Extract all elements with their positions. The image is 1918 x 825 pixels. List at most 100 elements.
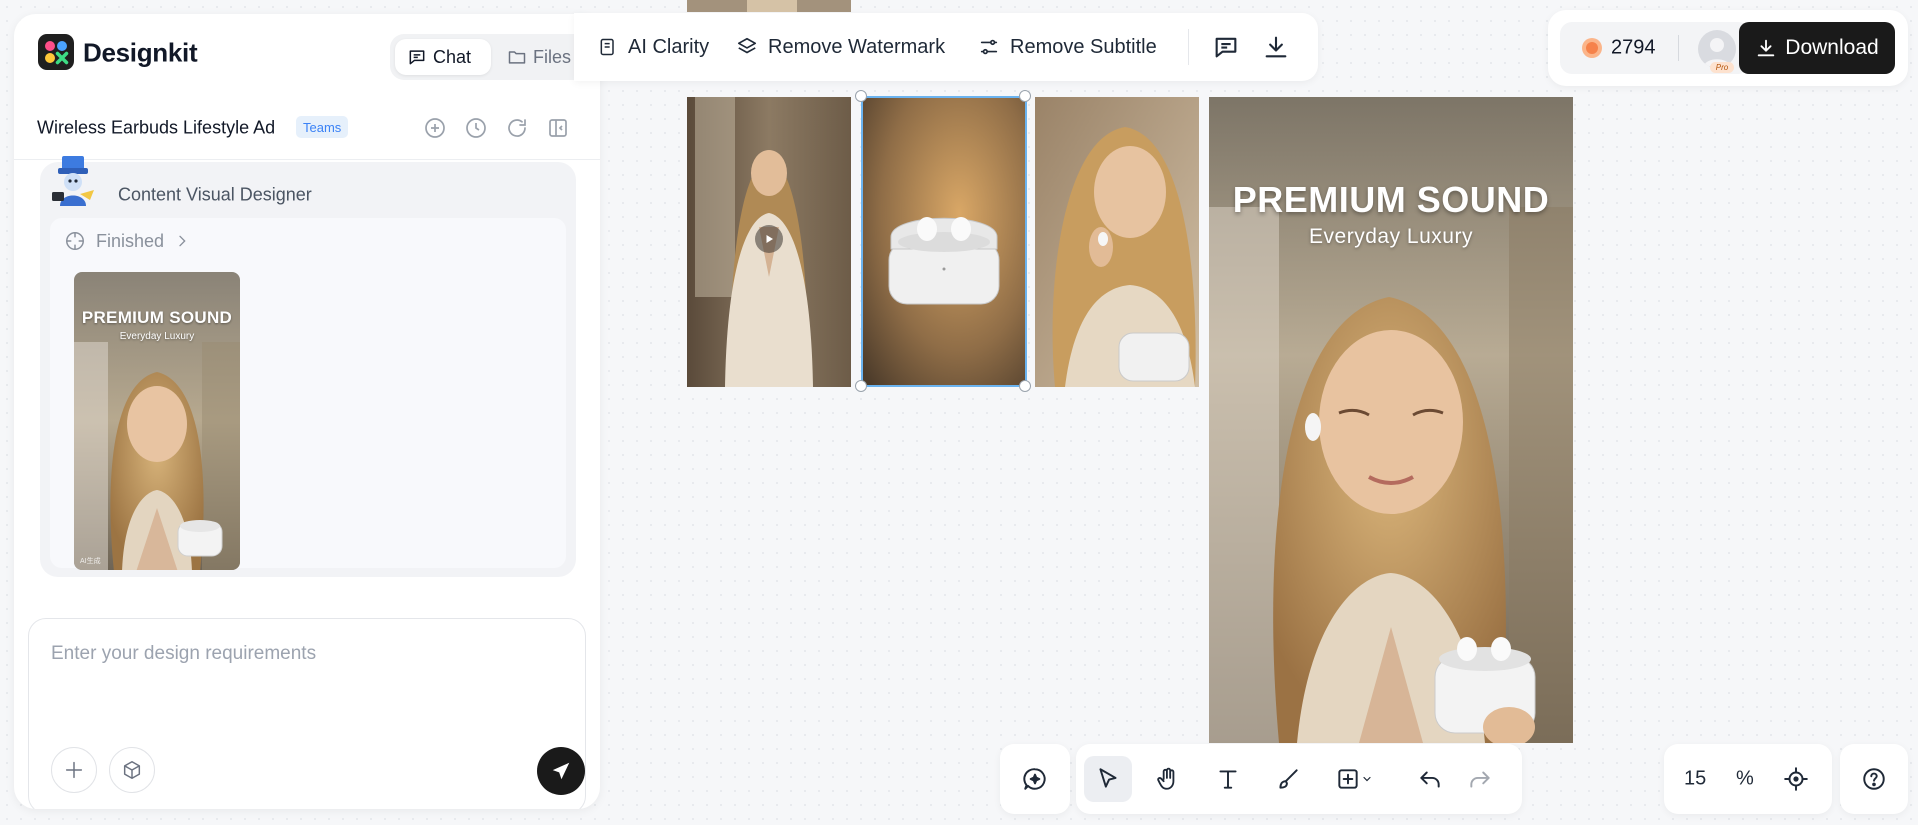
woman-earbud-image bbox=[1035, 97, 1199, 387]
help-box bbox=[1840, 744, 1908, 814]
toolbar-divider bbox=[1188, 29, 1189, 65]
agent-message-card: Content Visual Designer Finished PREMIUM… bbox=[40, 156, 576, 577]
asset-button[interactable] bbox=[109, 747, 155, 793]
attach-button[interactable] bbox=[51, 747, 97, 793]
image-toolbar: AI Clarity Remove Watermark Remove Subti… bbox=[574, 13, 1318, 81]
pro-badge: Pro bbox=[1710, 62, 1734, 73]
teams-badge: Teams bbox=[296, 116, 349, 138]
thumbnail-title: PREMIUM SOUND bbox=[81, 308, 233, 327]
remove-watermark-button[interactable]: Remove Watermark bbox=[736, 31, 945, 63]
send-icon bbox=[552, 762, 570, 780]
send-button[interactable] bbox=[537, 747, 585, 795]
remove-subtitle-label: Remove Subtitle bbox=[1010, 35, 1157, 58]
result-box: Finished PREMIUM SOUND Everyday Luxury A… bbox=[50, 218, 566, 570]
credit-coin-icon bbox=[1582, 38, 1602, 58]
project-row: Wireless Earbuds Lifestyle Ad Teams bbox=[14, 106, 600, 150]
download-button[interactable]: Download bbox=[1739, 22, 1895, 74]
earbuds-case-image bbox=[861, 97, 1025, 387]
play-button[interactable] bbox=[755, 225, 783, 253]
download-label: Download bbox=[1785, 36, 1879, 59]
add-icon[interactable] bbox=[423, 116, 447, 140]
status-toggle[interactable]: Finished bbox=[64, 228, 190, 254]
chevron-right-icon bbox=[179, 235, 186, 247]
panel-header: Designkit Chat Files bbox=[14, 14, 600, 80]
status-label: Finished bbox=[96, 230, 165, 251]
select-cursor-icon bbox=[1099, 768, 1117, 788]
canvas-image-poster[interactable]: PREMIUM SOUND Everyday Luxury bbox=[1209, 97, 1573, 743]
hand-pan-icon bbox=[1157, 767, 1175, 790]
status-spinner-icon bbox=[66, 232, 84, 250]
ai-clarity-label: AI Clarity bbox=[628, 35, 710, 58]
poster-subtitle: Everyday Luxury bbox=[1309, 225, 1473, 248]
collapse-panel-icon[interactable] bbox=[546, 116, 570, 140]
partial-image bbox=[687, 0, 851, 12]
canvas-image-earbuds-case[interactable] bbox=[861, 97, 1025, 387]
composer bbox=[28, 618, 586, 809]
text-tool-icon bbox=[1219, 770, 1237, 789]
history-icon[interactable] bbox=[464, 116, 488, 140]
poster-title: PREMIUM SOUND bbox=[1232, 179, 1550, 220]
download-icon[interactable] bbox=[1262, 33, 1290, 61]
sliders-icon bbox=[980, 39, 998, 55]
credits-chip[interactable]: 2794 Pro bbox=[1560, 22, 1750, 74]
fit-view-icon bbox=[1784, 767, 1808, 791]
designer-avatar bbox=[52, 156, 94, 206]
chat-bubble-icon bbox=[409, 50, 425, 65]
canvas-image-woman-earbud[interactable] bbox=[1035, 97, 1199, 387]
undo-icon bbox=[1420, 771, 1440, 788]
text-tool-button[interactable] bbox=[1204, 756, 1252, 802]
panel-tabs: Chat Files bbox=[390, 34, 592, 80]
result-thumbnail[interactable]: PREMIUM SOUND Everyday Luxury AI生成 bbox=[74, 272, 240, 570]
chevron-down-icon bbox=[1363, 776, 1371, 782]
ai-assist-box bbox=[1000, 744, 1070, 814]
help-button[interactable] bbox=[1850, 756, 1898, 802]
plus-icon bbox=[65, 761, 83, 779]
account-bar: 2794 Pro Download bbox=[1548, 10, 1908, 86]
canvas-image-top-partial[interactable] bbox=[687, 0, 851, 12]
resize-handle-top-right[interactable] bbox=[1019, 90, 1031, 102]
zoom-level[interactable]: 15 bbox=[1684, 768, 1706, 791]
project-title: Wireless Earbuds Lifestyle Ad bbox=[37, 117, 276, 138]
comment-icon[interactable] bbox=[1212, 33, 1240, 61]
remove-subtitle-button[interactable]: Remove Subtitle bbox=[978, 31, 1157, 63]
cube-icon bbox=[123, 761, 141, 779]
zoom-unit: % bbox=[1736, 767, 1754, 790]
agent-name: Content Visual Designer bbox=[118, 184, 312, 205]
resize-handle-top-left[interactable] bbox=[855, 90, 867, 102]
resize-handle-bottom-left[interactable] bbox=[855, 380, 867, 392]
resize-handle-bottom-right[interactable] bbox=[1019, 380, 1031, 392]
credit-balance: 2794 bbox=[1611, 36, 1656, 59]
ai-assist-button[interactable] bbox=[1011, 756, 1059, 802]
tab-chat-label: Chat bbox=[433, 46, 472, 67]
canvas-image-video[interactable] bbox=[687, 97, 851, 387]
add-shape-icon bbox=[1338, 769, 1358, 789]
add-shape-button[interactable] bbox=[1324, 756, 1384, 802]
zoom-control: 15 % bbox=[1664, 744, 1832, 814]
ai-clarity-button[interactable]: AI Clarity bbox=[598, 31, 709, 63]
select-tool-button[interactable] bbox=[1084, 756, 1132, 802]
chat-panel: Designkit Chat Files Wireless Earbuds Li… bbox=[14, 14, 600, 809]
tab-files-label: Files bbox=[533, 46, 572, 67]
help-icon bbox=[1863, 768, 1885, 790]
design-requirements-input[interactable] bbox=[51, 643, 561, 703]
hand-tool-button[interactable] bbox=[1144, 756, 1192, 802]
canvas-tools bbox=[1076, 744, 1522, 814]
thumbnail-watermark: AI生成 bbox=[80, 558, 101, 565]
brush-tool-button[interactable] bbox=[1264, 756, 1312, 802]
remove-watermark-label: Remove Watermark bbox=[768, 35, 946, 58]
thumbnail-subtitle: Everyday Luxury bbox=[119, 331, 195, 342]
redo-icon bbox=[1470, 771, 1490, 788]
undo-button[interactable] bbox=[1406, 756, 1454, 802]
clarity-icon bbox=[600, 38, 614, 56]
brand-name: Designkit bbox=[83, 37, 198, 68]
download-icon bbox=[1758, 39, 1775, 57]
tab-chat[interactable]: Chat bbox=[395, 39, 491, 75]
refresh-icon[interactable] bbox=[505, 116, 529, 140]
play-icon bbox=[766, 235, 773, 243]
folder-icon bbox=[508, 51, 526, 64]
redo-button[interactable] bbox=[1456, 756, 1504, 802]
brush-icon bbox=[1279, 769, 1298, 789]
ai-assist-icon bbox=[1023, 768, 1046, 790]
fit-view-button[interactable] bbox=[1772, 756, 1820, 802]
credits-divider bbox=[1678, 35, 1679, 61]
